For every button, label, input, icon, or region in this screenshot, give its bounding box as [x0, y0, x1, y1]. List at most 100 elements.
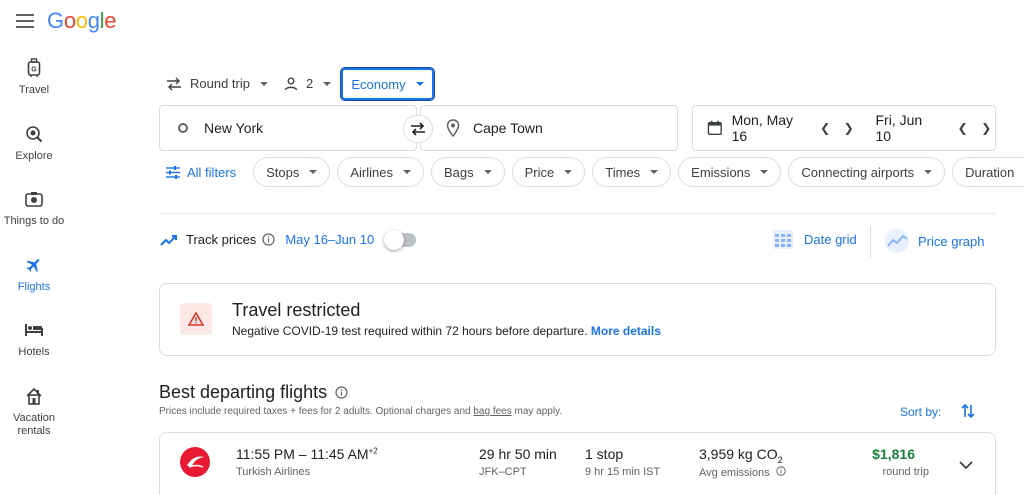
sidebar-item-flights[interactable]: Flights [0, 255, 68, 294]
flight-result-row[interactable]: 11:55 PM – 11:45 AM+2 Turkish Airlines 2… [159, 432, 996, 495]
filter-chip-label: Connecting airports [801, 164, 915, 180]
chevron-down-icon [924, 170, 933, 174]
more-details-link[interactable]: More details [591, 324, 661, 338]
turkish-airlines-logo-icon [180, 447, 210, 477]
emissions-label-row: Avg emissions [699, 466, 786, 479]
price-graph-icon [885, 229, 909, 253]
emissions-value: 3,959 kg CO [699, 446, 778, 462]
return-date[interactable]: Fri, Jun 10 [876, 112, 940, 144]
filter-chip-label: Airlines [350, 164, 393, 180]
results-subtitle-end: may apply. [511, 406, 563, 417]
logo-letter: g [87, 8, 100, 33]
camera-icon [24, 189, 44, 209]
sort-by-label[interactable]: Sort by: [900, 405, 941, 419]
origin-circle-icon [178, 123, 188, 133]
swap-horizontal-icon [167, 77, 181, 90]
flight-emissions: 3,959 kg CO2 [699, 446, 783, 465]
tune-icon [166, 165, 180, 179]
info-icon[interactable] [335, 386, 348, 399]
filter-chip-bags[interactable]: Bags [431, 157, 505, 187]
track-prices-dates: May 16–Jun 10 [285, 232, 375, 247]
flight-price: $1,816 [872, 446, 915, 462]
sidebar-item-vacation-rentals[interactable]: Vacation rentals [0, 386, 68, 438]
chevron-right-icon: ❯ [843, 121, 854, 135]
filter-chip-label: Bags [444, 164, 474, 180]
filter-chip-duration[interactable]: Duration [952, 157, 1024, 187]
chevron-down-icon [415, 82, 424, 86]
filter-chip-stops[interactable]: Stops [253, 157, 331, 187]
price-graph-label: Price graph [918, 233, 985, 249]
depart-next-button[interactable]: ❯ [840, 119, 858, 137]
chevron-down-icon [259, 81, 268, 86]
date-grid-button[interactable]: Date grid [772, 228, 857, 250]
depart-date[interactable]: Mon, May 16 [732, 112, 811, 144]
all-filters-button[interactable]: All filters [160, 157, 246, 187]
track-prices-toggle[interactable] [384, 229, 417, 250]
destination-value: Cape Town [473, 120, 543, 136]
google-logo[interactable]: Google [47, 8, 116, 34]
logo-letter: e [104, 8, 117, 33]
main-menu-icon[interactable] [16, 14, 34, 28]
view-divider [870, 226, 871, 258]
svg-text:G: G [31, 67, 37, 74]
restriction-message: Negative COVID-19 test required within 7… [232, 324, 588, 338]
flight-route: JFK–CPT [479, 466, 527, 478]
sidebar-item-label: Hotels [18, 346, 50, 358]
sidebar-item-label: Flights [17, 281, 51, 293]
chevron-down-icon [403, 170, 411, 174]
filter-chips-row: All filters Stops Airlines Bags Price Ti… [160, 157, 1024, 187]
person-icon [284, 77, 298, 90]
flight-stops: 1 stop [585, 446, 624, 462]
sidebar-item-hotels[interactable]: Hotels [0, 320, 68, 359]
results-heading-row: Best departing flights [159, 382, 348, 403]
plane-icon [24, 255, 44, 275]
price-graph-button[interactable]: Price graph [884, 228, 984, 254]
location-pin-icon [446, 119, 460, 137]
flight-layover: 9 hr 15 min IST [585, 466, 661, 478]
origin-field[interactable]: New York [159, 105, 417, 151]
depart-prev-button[interactable]: ❮ [816, 119, 834, 137]
filter-chip-times[interactable]: Times [592, 157, 672, 187]
filter-chip-emissions[interactable]: Emissions [678, 157, 782, 187]
filter-chip-label: Emissions [691, 164, 751, 180]
swap-horizontal-icon [411, 122, 425, 136]
sidebar-item-label: Explore [15, 150, 53, 162]
sort-icon[interactable] [960, 403, 976, 424]
sidebar-item-explore[interactable]: Explore [0, 124, 68, 163]
expand-flight-button[interactable] [959, 457, 973, 475]
origin-value: New York [204, 120, 264, 136]
date-range-field: Mon, May 16 ❮ ❯ Fri, Jun 10 ❮ ❯ [692, 105, 996, 151]
sidebar-item-things-to-do[interactable]: Things to do [0, 189, 68, 228]
filter-chip-connecting-airports[interactable]: Connecting airports [788, 157, 946, 187]
sidebar-item-label: Things to do [3, 215, 65, 227]
cabin-class-select[interactable]: Economy [340, 67, 435, 101]
bed-icon [24, 320, 44, 340]
sidebar-item-travel[interactable]: G Travel [0, 58, 68, 97]
trending-up-icon [160, 234, 177, 246]
destination-field[interactable]: Cape Town [420, 105, 678, 151]
info-icon[interactable] [262, 233, 275, 246]
filter-chip-label: Duration [965, 164, 1015, 180]
info-icon[interactable] [776, 466, 786, 476]
flight-duration: 29 hr 50 min [479, 446, 557, 462]
date-grid-label: Date grid [804, 231, 857, 247]
results-title: Best departing flights [159, 382, 328, 402]
bag-fees-link[interactable]: bag fees [473, 406, 511, 417]
return-next-button[interactable]: ❯ [977, 119, 995, 137]
track-prices-label: Track prices [186, 232, 257, 247]
filter-chip-price[interactable]: Price [511, 157, 586, 187]
warning-icon [180, 303, 212, 335]
filter-chip-airlines[interactable]: Airlines [337, 157, 424, 187]
emissions-label: Avg emissions [699, 467, 770, 479]
return-prev-button[interactable]: ❮ [954, 119, 972, 137]
travel-restriction-card: Travel restricted Negative COVID-19 test… [159, 283, 996, 356]
chevron-down-icon [959, 461, 973, 470]
luggage-icon: G [24, 58, 44, 78]
restriction-message-row: Negative COVID-19 test required within 7… [232, 324, 661, 338]
sidebar-item-label: Vacation rentals [13, 412, 55, 437]
logo-letter: o [75, 8, 88, 33]
trip-type-select[interactable]: Round trip [166, 76, 268, 91]
chevron-right-icon: ❯ [981, 121, 992, 135]
passengers-select[interactable]: 2 [284, 76, 332, 91]
swap-locations-button[interactable] [403, 115, 433, 143]
